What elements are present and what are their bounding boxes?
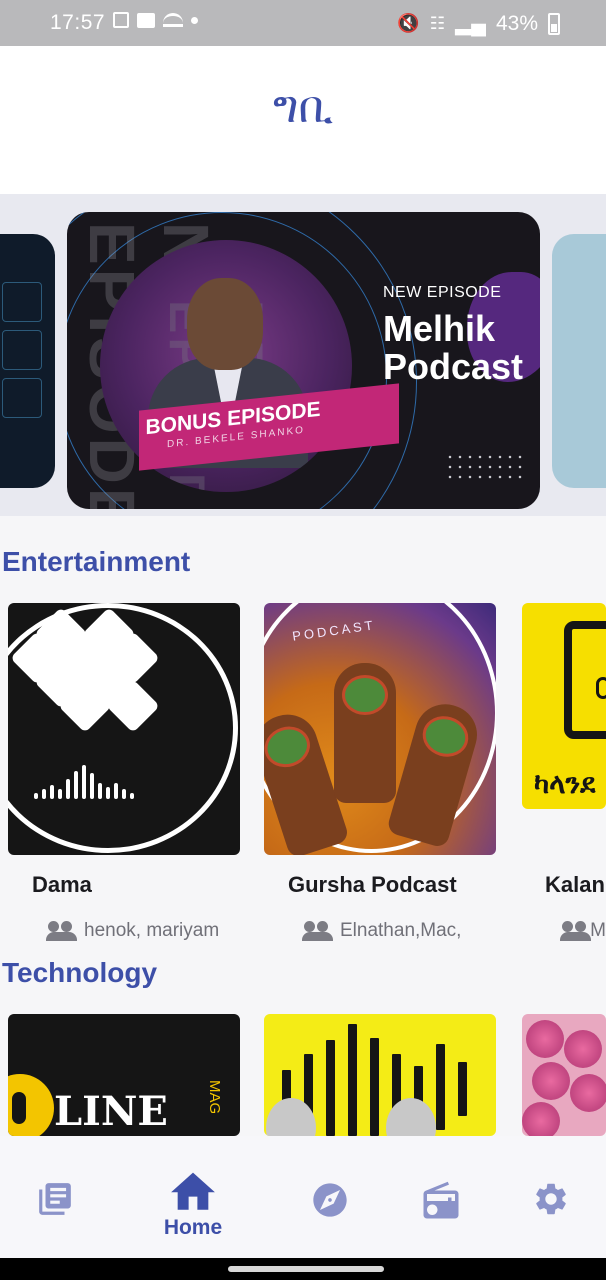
artwork-fist (334, 663, 396, 803)
nav-radio[interactable] (410, 1136, 472, 1258)
artwork-bar (370, 1038, 379, 1136)
carousel-slide-previous[interactable] (0, 234, 55, 488)
artwork-line-word: LINE (54, 1088, 168, 1135)
podcast-authors-kalan: M (560, 920, 606, 942)
library-icon (39, 1183, 71, 1215)
artwork-food (417, 710, 474, 763)
artwork-food (264, 720, 316, 773)
artwork-bar (326, 1040, 335, 1136)
mic-icon (596, 677, 606, 699)
decorative-dots (445, 452, 525, 482)
status-time: 17:57 (50, 11, 106, 34)
nav-home-label: Home (163, 1216, 223, 1239)
section-title-technology: Technology (2, 957, 158, 988)
nav-library[interactable] (22, 1136, 88, 1258)
artwork-wave-bar (114, 783, 118, 799)
carousel-slide-featured[interactable]: NEW EPISODE NEW EPISODE BONUS EPISODE DR… (67, 212, 540, 509)
podcast-name-dama[interactable]: Dama (32, 872, 92, 898)
artwork-wave-bar (58, 789, 62, 799)
home-icon (171, 1172, 215, 1210)
artwork-rose (526, 1020, 564, 1058)
slide-decoration (2, 378, 42, 418)
people-icon (302, 921, 334, 941)
carousel-slide-next[interactable] (552, 234, 606, 488)
nav-settings[interactable] (522, 1136, 580, 1258)
people-icon (560, 921, 592, 941)
app-header: ግቢ (0, 46, 606, 194)
gesture-handle[interactable] (228, 1266, 384, 1272)
podcast-card-dama[interactable] (8, 603, 240, 855)
gallery-icon (113, 12, 129, 28)
podcast-card-oline[interactable]: LINE MAG (8, 1014, 240, 1136)
podcast-card-tech-3[interactable] (522, 1014, 606, 1136)
podcast-name-kalan[interactable]: Kalan (545, 872, 606, 898)
battery-percent: 43% (495, 11, 538, 35)
battery-icon (548, 12, 560, 35)
weather-icon (163, 13, 183, 27)
podcast-authors-text: henok, mariyam (84, 920, 220, 941)
bottom-navigation: Home (0, 1136, 606, 1258)
dot-icon (191, 16, 198, 24)
artwork-o-mark (8, 1074, 54, 1136)
podcast-name-line2: Podcast (383, 346, 524, 387)
artwork-rose (522, 1102, 560, 1136)
artwork-wave-bar (98, 783, 102, 799)
nav-explore[interactable] (300, 1136, 360, 1258)
slide-decoration (2, 330, 42, 370)
podcast-authors-dama: henok, mariyam (46, 920, 228, 942)
artwork-wave-bar (34, 793, 38, 799)
podcast-card-kalan[interactable]: ካላንደ (522, 603, 606, 809)
featured-carousel[interactable]: NEW EPISODE NEW EPISODE BONUS EPISODE DR… (0, 194, 606, 516)
nav-home[interactable]: Home (150, 1136, 236, 1258)
section-title-entertainment: Entertainment (2, 546, 191, 577)
artwork-wave-bar (90, 773, 94, 799)
artwork-wave-bar (66, 779, 70, 799)
podcast-card-tech-2[interactable] (264, 1014, 496, 1136)
artwork-rose (564, 1030, 602, 1068)
artwork-wave-bar (106, 787, 110, 799)
podcast-authors-text: M (590, 920, 606, 941)
artwork-bar (436, 1044, 445, 1130)
wifi-icon: ☷ (429, 13, 445, 33)
artwork-wave-bar (82, 765, 86, 799)
radio-icon (423, 1181, 459, 1219)
artwork-food (342, 675, 388, 715)
artwork-mag-word: MAG (206, 1080, 223, 1115)
artwork-rose (570, 1074, 606, 1112)
app-title: ግቢ (272, 82, 334, 133)
slide-decoration (2, 282, 42, 322)
podcast-authors-text: Elnathan,Mac, (340, 920, 462, 941)
signal-icon: ▂▄ (454, 12, 486, 35)
artwork-bar (348, 1024, 357, 1136)
new-episode-label: NEW EPISODE (383, 284, 502, 301)
status-system-icons: 🔇 ☷ ▂▄ 43% (397, 11, 560, 36)
podcast-authors-gursha: Elnathan,Mac, (302, 920, 488, 942)
artwork-bar (458, 1062, 467, 1116)
artwork-wave-bar (122, 789, 126, 799)
podcast-card-gursha[interactable]: PODCAST (264, 603, 496, 855)
status-bar: 17:57 🔇 ☷ ▂▄ 43% (0, 0, 606, 46)
podcast-name-gursha[interactable]: Gursha Podcast (288, 872, 457, 898)
message-icon (137, 12, 155, 28)
artwork-wave-bar (130, 793, 134, 799)
explore-icon (313, 1183, 347, 1217)
artwork-wave-bar (74, 771, 78, 799)
status-notification-icons (113, 12, 198, 28)
guest-photo-head (187, 278, 263, 370)
system-gesture-bar (0, 1258, 606, 1280)
mute-icon: 🔇 (397, 13, 420, 33)
artwork-wave-bar (42, 789, 46, 799)
settings-icon (536, 1183, 566, 1215)
artwork-amharic-title: ካላንደ (534, 767, 596, 800)
people-icon (46, 921, 78, 941)
featured-podcast-name: Melhik Podcast (383, 310, 523, 386)
podcast-name-line1: Melhik (383, 308, 496, 349)
artwork-rose (532, 1062, 570, 1100)
artwork-wave-bar (50, 785, 54, 799)
